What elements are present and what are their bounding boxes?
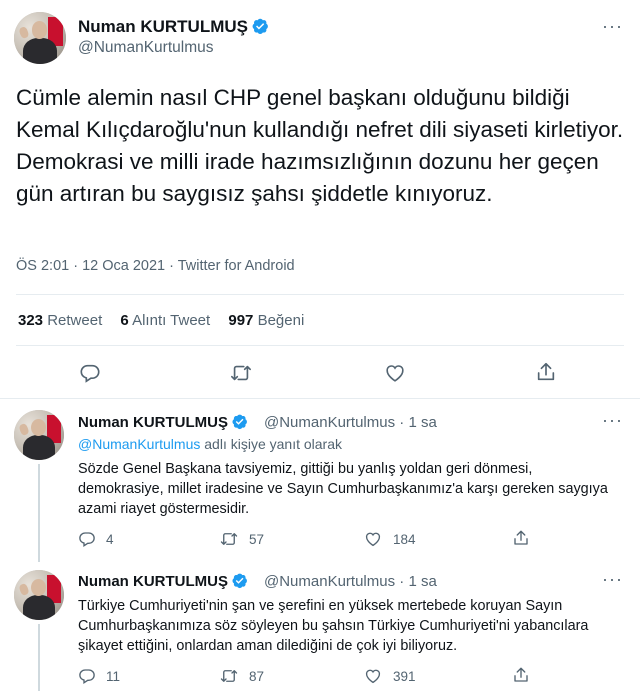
like-button[interactable] [383, 362, 407, 384]
share-button[interactable] [512, 666, 530, 684]
retweet-icon [220, 533, 238, 545]
tweet-timestamp[interactable]: ÖS 2:01 · 12 Oca 2021 · Twitter for Andr… [16, 258, 295, 274]
reply-author-name[interactable]: Numan KURTULMUŞ [78, 413, 248, 431]
author-name-text: Numan KURTULMUŞ [78, 573, 228, 590]
like-count: 184 [393, 531, 416, 547]
reply-text: Türkiye Cumhuriyeti'nin şan ve şerefini … [78, 598, 589, 654]
like-button[interactable]: 391 [363, 667, 416, 685]
avatar[interactable] [14, 570, 64, 620]
retweet-count: 87 [249, 668, 265, 684]
retweet-button[interactable]: 57 [219, 530, 264, 548]
share-button[interactable] [512, 529, 530, 547]
more-icon[interactable]: ··· [602, 410, 623, 431]
quote-count: 6 [120, 312, 129, 329]
reply-to-suffix: adlı kişiye yanıt olarak [200, 436, 342, 452]
tweet-stats: 323 Retweet 6 Alıntı Tweet 997 Beğeni [18, 312, 318, 329]
verified-badge-icon [232, 573, 247, 589]
divider [0, 398, 640, 399]
author-name[interactable]: Numan KURTULMUŞ [78, 17, 269, 37]
reply-author-name[interactable]: Numan KURTULMUŞ [78, 572, 248, 590]
like-button[interactable]: 184 [363, 530, 416, 548]
tweet-text: Cümle alemin nasıl CHP genel başkanı old… [16, 85, 624, 206]
reply-to-link[interactable]: @NumanKurtulmus [78, 436, 200, 452]
reply-button[interactable] [79, 362, 101, 384]
reply-count: 11 [106, 668, 121, 684]
quote-label: Alıntı Tweet [132, 312, 211, 329]
author-handle[interactable]: @NumanKurtulmus [78, 39, 213, 57]
reply-button[interactable]: 4 [78, 530, 114, 548]
divider [16, 294, 624, 295]
like-count: 997 [228, 312, 254, 329]
verified-badge-icon [252, 18, 268, 35]
author-name-text: Numan KURTULMUŞ [78, 17, 248, 36]
avatar[interactable] [14, 410, 64, 460]
share-icon [537, 362, 555, 381]
share-button[interactable] [535, 361, 557, 383]
reply-author-handle[interactable]: @NumanKurtulmus · 1 sa [264, 573, 437, 590]
reply-to-line: @NumanKurtulmus adlı kişiye yanıt olarak [78, 436, 342, 452]
more-icon[interactable]: ··· [602, 569, 623, 590]
divider [16, 345, 624, 346]
reply-time[interactable]: · 1 sa [399, 573, 437, 590]
reply-count: 4 [106, 531, 114, 547]
retweet-icon [220, 670, 238, 682]
avatar[interactable] [14, 12, 66, 64]
handle-text: @NumanKurtulmus [264, 573, 396, 590]
more-icon[interactable]: ··· [602, 16, 623, 37]
thread-line [38, 624, 40, 691]
reply-button[interactable]: 11 [78, 667, 120, 685]
like-icon [386, 365, 404, 382]
reply-time[interactable]: · 1 sa [399, 414, 437, 431]
reply-author-handle[interactable]: @NumanKurtulmus · 1 sa [264, 414, 437, 431]
share-icon [514, 530, 528, 545]
like-stat[interactable]: 997 Beğeni [228, 312, 304, 329]
author-name-text: Numan KURTULMUŞ [78, 414, 228, 431]
retweet-stat[interactable]: 323 Retweet [18, 312, 102, 329]
like-icon [365, 532, 381, 547]
retweet-count: 323 [18, 312, 44, 329]
retweet-count: 57 [249, 531, 265, 547]
reply-icon [80, 364, 100, 383]
retweet-icon [231, 365, 251, 381]
reply-text: Sözde Genel Başkana tavsiyemiz, gittiği … [78, 461, 608, 517]
like-count: 391 [393, 668, 416, 684]
retweet-button[interactable] [229, 362, 253, 384]
share-icon [514, 667, 528, 682]
retweet-label: Retweet [47, 312, 103, 329]
handle-text: @NumanKurtulmus [264, 414, 396, 431]
like-icon [365, 669, 381, 684]
reply-icon [79, 532, 95, 548]
reply-icon [79, 669, 95, 685]
retweet-button[interactable]: 87 [219, 667, 264, 685]
thread-line [38, 464, 40, 562]
verified-badge-icon [232, 414, 247, 430]
like-label: Beğeni [257, 312, 305, 329]
quote-stat[interactable]: 6 Alıntı Tweet [120, 312, 210, 329]
